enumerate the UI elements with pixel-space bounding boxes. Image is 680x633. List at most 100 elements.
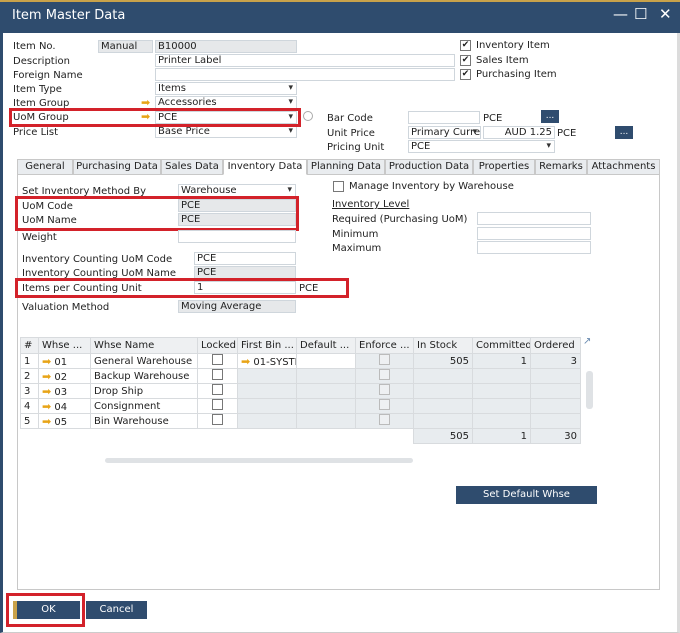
description-field[interactable]: Printer Label [155, 54, 455, 67]
minimize-button[interactable]: — [613, 5, 628, 23]
tab-inventory-data[interactable]: Inventory Data [223, 159, 307, 175]
locked-cell [197, 398, 238, 414]
unit-price-field[interactable]: AUD 1.25 [483, 126, 555, 139]
table-row[interactable]: 1 ➡ 01 General Warehouse ➡ 01-SYSTI 505 1 3 [20, 353, 581, 369]
foreign-name-field[interactable] [155, 68, 455, 81]
col-header[interactable]: Ordered [530, 337, 581, 354]
col-header[interactable]: Locked [197, 337, 238, 354]
purchasing-item-checkbox[interactable]: ✔ [460, 69, 471, 80]
whse-code-text: 05 [54, 416, 68, 428]
whse-code[interactable]: ➡ 05 [38, 413, 91, 429]
ordered [530, 413, 581, 429]
link-arrow-icon[interactable]: ➡ [42, 415, 51, 428]
locked-checkbox[interactable] [212, 369, 223, 380]
link-arrow-icon[interactable]: ➡ [42, 385, 51, 398]
table-row[interactable]: 4 ➡ 04 Consignment [20, 398, 581, 414]
close-button[interactable]: ✕ [659, 5, 672, 23]
in-stock [413, 413, 473, 429]
first-bin [237, 383, 297, 399]
valuation-field[interactable]: Moving Average [178, 300, 296, 313]
tab-properties[interactable]: Properties [473, 159, 535, 175]
whse-code[interactable]: ➡ 04 [38, 398, 91, 414]
first-bin[interactable]: ➡ 01-SYSTI [237, 353, 297, 369]
bar-code-field[interactable] [408, 111, 480, 124]
count-code-field[interactable]: PCE [194, 252, 296, 265]
enforce-cell [355, 413, 414, 429]
weight-label: Weight [22, 232, 57, 243]
tab-planning-data[interactable]: Planning Data [307, 159, 385, 175]
unit-price-more-button[interactable]: ... [615, 126, 633, 139]
table-row[interactable]: 2 ➡ 02 Backup Warehouse [20, 368, 581, 384]
weight-field[interactable] [178, 230, 296, 243]
locked-checkbox[interactable] [212, 384, 223, 395]
col-header[interactable]: In Stock [413, 337, 473, 354]
bar-code-more-button[interactable]: ... [541, 110, 559, 123]
info-icon[interactable] [303, 111, 313, 121]
link-arrow-icon[interactable]: ➡ [241, 355, 250, 368]
default-bin[interactable] [296, 353, 356, 369]
highlight-box [15, 278, 349, 298]
tab-production-data[interactable]: Production Data [385, 159, 473, 175]
committed [472, 413, 531, 429]
row-number: 4 [20, 398, 39, 414]
horizontal-scrollbar[interactable] [105, 458, 413, 463]
required-field[interactable] [477, 212, 591, 225]
total-ordered: 30 [530, 428, 581, 444]
locked-checkbox[interactable] [212, 399, 223, 410]
tab-attachments[interactable]: Attachments [587, 159, 660, 175]
col-header[interactable]: Whse Name [90, 337, 198, 354]
first-bin-text: 01-SYSTI [253, 356, 297, 368]
committed: 1 [472, 353, 531, 369]
vertical-scrollbar[interactable] [586, 371, 593, 409]
col-header[interactable]: Whse ... [38, 337, 91, 354]
tab-general[interactable]: General [17, 159, 73, 175]
link-arrow-icon[interactable]: ➡ [42, 370, 51, 383]
tab-sales-data[interactable]: Sales Data [161, 159, 223, 175]
link-arrow-icon[interactable]: ➡ [42, 355, 51, 368]
expand-icon[interactable]: ↗ [583, 336, 591, 347]
foreign-name-label: Foreign Name [13, 70, 83, 81]
enforce-checkbox [379, 414, 390, 425]
inventory-item-checkbox[interactable]: ✔ [460, 40, 471, 51]
maximum-field[interactable] [477, 241, 591, 254]
item-no-label: Item No. [13, 41, 56, 52]
item-no-field[interactable]: B10000 [155, 40, 297, 53]
count-code-label: Inventory Counting UoM Code [22, 254, 173, 265]
unit-price-label: Unit Price [327, 128, 375, 139]
sales-item-checkbox[interactable]: ✔ [460, 55, 471, 66]
locked-cell [197, 383, 238, 399]
whse-code[interactable]: ➡ 03 [38, 383, 91, 399]
table-row[interactable]: 3 ➡ 03 Drop Ship [20, 383, 581, 399]
col-header[interactable]: Enforce ... [355, 337, 414, 354]
default-bin [296, 413, 356, 429]
tab-purchasing-data[interactable]: Purchasing Data [73, 159, 161, 175]
manage-by-whse-checkbox[interactable] [333, 181, 344, 192]
link-arrow-icon[interactable]: ➡ [42, 400, 51, 413]
price-currency-select[interactable]: Primary Currer [408, 126, 481, 139]
col-header[interactable]: First Bin ... [237, 337, 297, 354]
whse-code[interactable]: ➡ 02 [38, 368, 91, 384]
committed [472, 398, 531, 414]
col-header[interactable]: # [20, 337, 39, 354]
whse-code-text: 02 [54, 371, 68, 383]
table-row[interactable]: 5 ➡ 05 Bin Warehouse [20, 413, 581, 429]
default-bin [296, 368, 356, 384]
minimum-field[interactable] [477, 227, 591, 240]
item-type-select[interactable]: Items [155, 82, 297, 95]
col-header[interactable]: Default ... [296, 337, 356, 354]
locked-checkbox[interactable] [212, 414, 223, 425]
unit-price-uom: PCE [557, 128, 577, 139]
numbering-series[interactable]: Manual [98, 40, 153, 53]
first-bin [237, 413, 297, 429]
pricing-unit-select[interactable]: PCE [408, 140, 555, 153]
whse-code[interactable]: ➡ 01 [38, 353, 91, 369]
set-default-whse-button[interactable]: Set Default Whse [456, 486, 597, 504]
col-header[interactable]: Committed [472, 337, 531, 354]
window-title: Item Master Data [12, 8, 126, 23]
tab-remarks[interactable]: Remarks [535, 159, 587, 175]
highlight-box [15, 196, 299, 231]
locked-checkbox[interactable] [212, 354, 223, 365]
maximize-button[interactable]: ☐ [634, 5, 647, 23]
first-bin [237, 398, 297, 414]
cancel-button[interactable]: Cancel [86, 601, 147, 619]
